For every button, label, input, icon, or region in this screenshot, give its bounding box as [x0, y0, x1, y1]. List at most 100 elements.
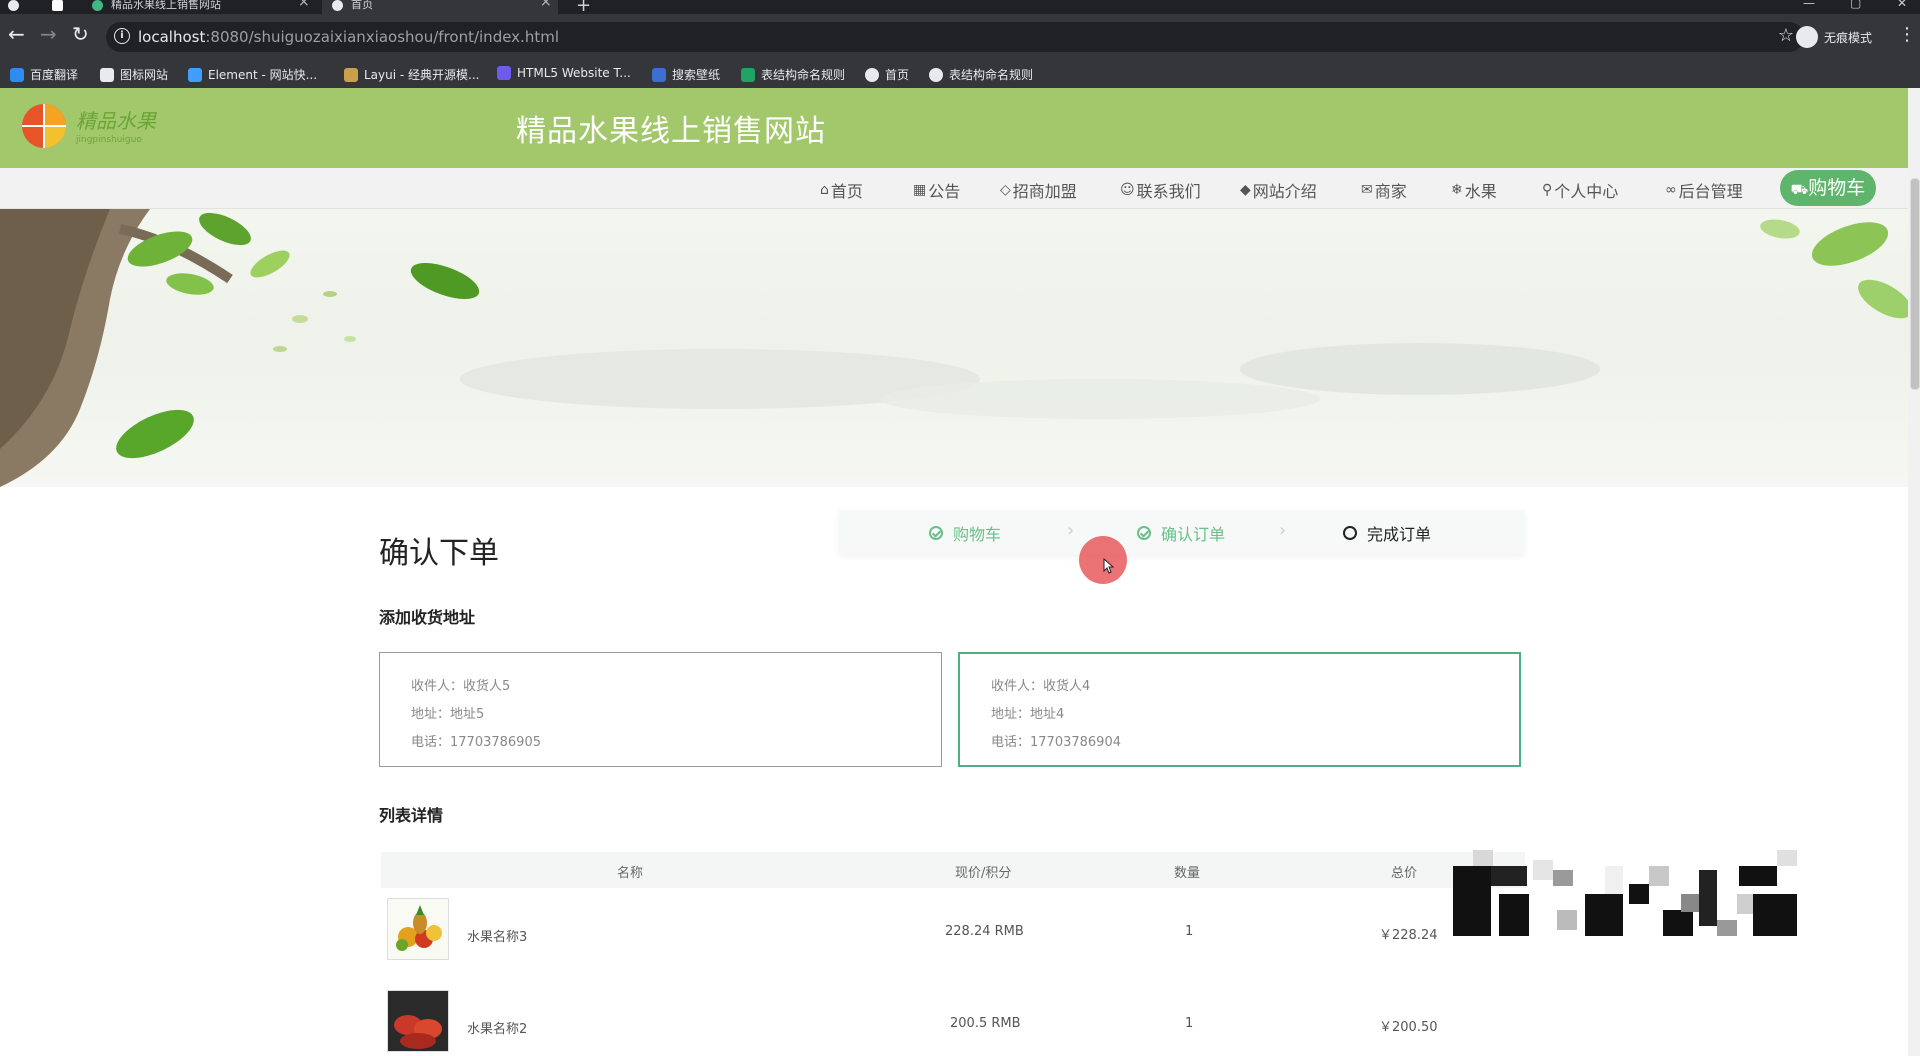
layui-icon: [344, 67, 358, 82]
url-text: localhost:8080/shuiguozaixianxiaoshou/fr…: [138, 28, 559, 46]
nav-fruit[interactable]: ❄ 水果: [1451, 178, 1497, 202]
banner-art: [0, 209, 1908, 487]
snowflake-icon: ❄: [1451, 182, 1463, 198]
check-circle-icon: [1137, 526, 1151, 540]
cart-icon: ⛟: [1790, 182, 1809, 198]
maximize-icon[interactable]: ▢: [1850, 0, 1861, 10]
page-title: 确认下单: [379, 536, 499, 571]
tab-title: 精品水果线上销售网站: [111, 0, 221, 11]
bookmark-item[interactable]: HTML5 Website T...: [497, 66, 631, 80]
link-icon: ∞: [1665, 182, 1677, 198]
address-phone: 电话：17703786905: [411, 735, 541, 750]
notice-icon: ▦: [913, 182, 927, 198]
column-header: 数量: [1174, 866, 1201, 881]
smile-icon: ☺: [1120, 182, 1135, 198]
user-icon: ⚲: [1542, 182, 1553, 198]
globe-icon: [865, 67, 879, 82]
nav-notice[interactable]: ▦ 公告: [913, 178, 960, 202]
translate-icon: [10, 67, 24, 82]
item-name: 水果名称2: [467, 1022, 528, 1037]
wallpaper-icon: [652, 67, 666, 82]
new-tab-icon[interactable]: +: [576, 0, 591, 14]
address-text: 地址：地址5: [411, 707, 485, 722]
bookmark-item[interactable]: 表结构命名规则: [929, 66, 1033, 83]
nav-admin[interactable]: ∞ 后台管理: [1665, 178, 1743, 202]
flag-icon: [100, 67, 114, 82]
table-row[interactable]: 水果名称3 228.24 RMB 1 ￥228.24: [379, 892, 1525, 984]
cart-button[interactable]: ⛟购物车: [1780, 170, 1876, 206]
item-total: ￥228.24: [1379, 928, 1438, 943]
item-name: 水果名称3: [467, 930, 528, 945]
order-steps: 购物车 › 确认订单 › 完成订单: [839, 510, 1525, 554]
address-text: 地址：地址4: [991, 707, 1065, 722]
item-price: 200.5 RMB: [950, 1016, 1021, 1031]
nav-home[interactable]: ⌂ 首页: [820, 178, 863, 202]
list-section-title: 列表详情: [379, 806, 444, 825]
address-bar[interactable]: i localhost:8080/shuiguozaixianxiaoshou/…: [106, 22, 1804, 52]
site-header: 精品水果 jingpinshuiguo 精品水果线上销售网站: [0, 88, 1908, 168]
step-complete: 完成订单: [1343, 521, 1431, 545]
bookmark-star-icon[interactable]: ☆: [1778, 25, 1794, 46]
svg-text:精品水果: 精品水果: [76, 109, 157, 133]
step-confirm: 确认订单: [1137, 521, 1225, 545]
product-image[interactable]: [387, 898, 449, 960]
forward-icon[interactable]: →: [40, 24, 57, 44]
browser-menu-icon[interactable]: [8, 0, 48, 14]
globe-icon: [332, 0, 343, 11]
mouse-pointer-icon: [1103, 558, 1115, 574]
close-icon[interactable]: ×: [298, 0, 310, 9]
tab-site[interactable]: 精品水果线上销售网站 ×: [92, 0, 317, 14]
bookmark-item[interactable]: Layui - 经典开源模...: [344, 66, 479, 83]
circle-icon: [1343, 526, 1357, 540]
bookmark-item[interactable]: 首页: [865, 66, 909, 83]
incognito-indicator[interactable]: 无痕模式: [1796, 26, 1872, 48]
bookmark-item[interactable]: 图标网站: [100, 66, 168, 83]
bookmark-item[interactable]: 搜索壁纸: [652, 66, 720, 83]
nav-franchise[interactable]: ◇ 招商加盟: [1000, 178, 1077, 202]
site-title: 精品水果线上销售网站: [516, 114, 826, 149]
info-icon[interactable]: i: [114, 28, 130, 44]
nav-profile[interactable]: ⚲ 个人中心: [1542, 178, 1618, 202]
vue-icon: [92, 0, 103, 11]
address-card[interactable]: 收件人：收货人5 地址：地址5 电话：17703786905: [379, 652, 942, 767]
reload-icon[interactable]: ↻: [72, 24, 89, 44]
html5-icon: [497, 66, 511, 80]
browser-menu-kebab-icon[interactable]: ⋮: [1898, 24, 1916, 45]
minimize-icon[interactable]: —: [1803, 0, 1815, 10]
close-window-icon[interactable]: ✕: [1897, 0, 1907, 10]
address-card-selected[interactable]: 收件人：收货人4 地址：地址4 电话：17703786904: [958, 652, 1521, 767]
scrollbar-thumb[interactable]: [1910, 178, 1920, 390]
bookmark-item[interactable]: 百度翻译: [10, 66, 78, 83]
site-logo[interactable]: 精品水果 jingpinshuiguo: [18, 98, 168, 153]
nav-about[interactable]: ◆ 网站介绍: [1240, 178, 1317, 202]
bookmark-item[interactable]: 表结构命名规则: [741, 66, 845, 83]
table-row[interactable]: 水果名称2 200.5 RMB 1 ￥200.50: [379, 984, 1525, 1056]
main-nav: ⌂ 首页 ▦ 公告 ◇ 招商加盟 ☺ 联系我们 ◆ 网站介绍 ✉ 商家 ❄ 水果 ⚲ 个人中心 …: [0, 168, 1908, 209]
mail-icon: ✉: [1361, 182, 1373, 198]
graduation-cap-icon: ◆: [1240, 182, 1251, 198]
bookmark-item[interactable]: Element - 网站快...: [188, 66, 317, 83]
hero-banner: [0, 209, 1908, 487]
fruit-image: [394, 1015, 442, 1049]
nav-contact[interactable]: ☺ 联系我们: [1120, 178, 1201, 202]
home-icon: ⌂: [820, 182, 829, 198]
nav-merchant[interactable]: ✉ 商家: [1361, 178, 1407, 202]
pinned-tab-icon[interactable]: [52, 0, 72, 14]
page-scrollbar[interactable]: [1908, 88, 1920, 1056]
browser-tab-strip: 精品水果线上销售网站 × 首页 × + — ▢ ✕: [0, 0, 1920, 14]
incognito-label: 无痕模式: [1824, 30, 1873, 45]
close-icon[interactable]: ×: [540, 0, 552, 9]
address-phone: 电话：17703786904: [991, 735, 1121, 750]
browser-toolbar: ← → ↻ i localhost:8080/shuiguozaixianxia…: [0, 14, 1920, 62]
tab-home[interactable]: 首页 ×: [322, 0, 558, 14]
product-image[interactable]: [387, 990, 449, 1052]
sheet-icon: [741, 67, 755, 82]
chevron-right-icon: ›: [1067, 520, 1075, 541]
column-header: 现价/积分: [955, 866, 1012, 881]
back-icon[interactable]: ←: [8, 24, 25, 44]
item-quantity: 1: [1185, 1016, 1194, 1031]
address-receiver: 收件人：收货人4: [991, 679, 1091, 694]
order-content: 确认下单 购物车 › 确认订单 › 完成订单 添加收货地址 收件人：收货人5 地…: [379, 488, 1525, 1056]
svg-text:jingpinshuiguo: jingpinshuiguo: [75, 135, 142, 145]
page-viewport: 精品水果 jingpinshuiguo 精品水果线上销售网站 ⌂ 首页 ▦ 公告 ◇…: [0, 88, 1908, 1056]
